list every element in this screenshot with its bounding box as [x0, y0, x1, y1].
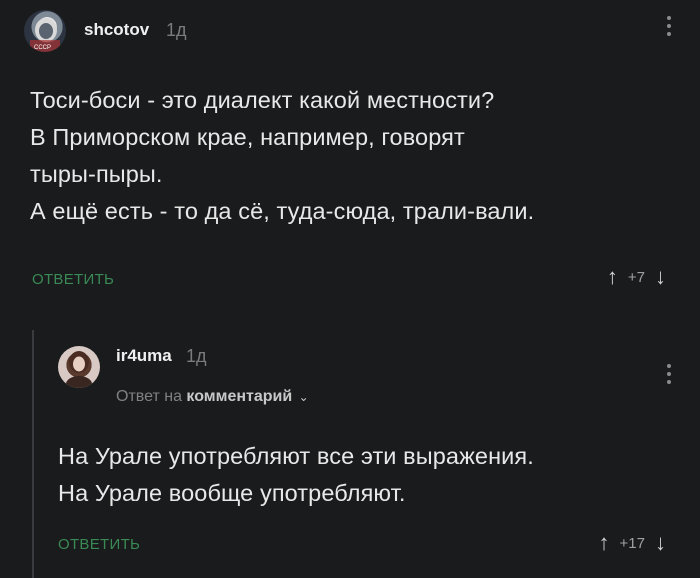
avatar[interactable]: CCCP	[24, 10, 66, 52]
vote-score: +7	[627, 268, 645, 286]
downvote-icon[interactable]: ↓	[655, 530, 666, 556]
comment-line: На Урале употребляют все эти выражения.	[58, 443, 534, 469]
upvote-icon[interactable]: ↑	[607, 264, 618, 290]
comment-body: На Урале употребляют все эти выражения. …	[58, 438, 534, 512]
reply-to-prefix: Ответ на	[116, 388, 182, 405]
comment-line: тыры-пыры.	[30, 161, 163, 187]
more-options-icon[interactable]	[666, 16, 672, 36]
comment-time: 1д	[166, 20, 187, 40]
vote-controls: ↑ +7 ↓	[607, 264, 666, 290]
comment-line: На Урале вообще употребляют.	[58, 480, 406, 506]
comment-author[interactable]: shcotov	[84, 20, 149, 40]
chevron-down-icon[interactable]: ⌄	[299, 390, 309, 404]
avatar-image: CCCP	[30, 18, 60, 52]
reply-to-link[interactable]: комментарий	[186, 388, 292, 405]
reply-button[interactable]: ОТВЕТИТЬ	[58, 536, 140, 553]
vote-score: +17	[619, 534, 645, 552]
avatar-image	[66, 351, 92, 388]
comment-line: А ещё есть - то да сё, туда-сюда, трали-…	[30, 198, 535, 224]
comment: CCCP shcotov 1д Тоси-боси - это диалект …	[0, 0, 700, 300]
comment-line: В Приморском крае, например, говорят	[30, 124, 465, 150]
comment-time: 1д	[186, 346, 207, 366]
reply-button[interactable]: ОТВЕТИТЬ	[32, 271, 114, 288]
comment-line: Тоси-боси - это диалект какой местности?	[30, 87, 495, 113]
comment-body: Тоси-боси - это диалект какой местности?…	[30, 82, 534, 230]
vote-controls: ↑ +17 ↓	[599, 530, 666, 556]
avatar[interactable]	[58, 346, 100, 388]
reply-comment: ir4uma 1д Ответ на комментарий ⌄ На Урал…	[0, 318, 700, 578]
svg-text:CCCP: CCCP	[34, 45, 51, 51]
downvote-icon[interactable]: ↓	[655, 264, 666, 290]
more-options-icon[interactable]	[666, 364, 672, 384]
comment-author[interactable]: ir4uma	[116, 346, 172, 366]
upvote-icon[interactable]: ↑	[599, 530, 610, 556]
reply-to-info: Ответ на комментарий ⌄	[116, 388, 309, 406]
